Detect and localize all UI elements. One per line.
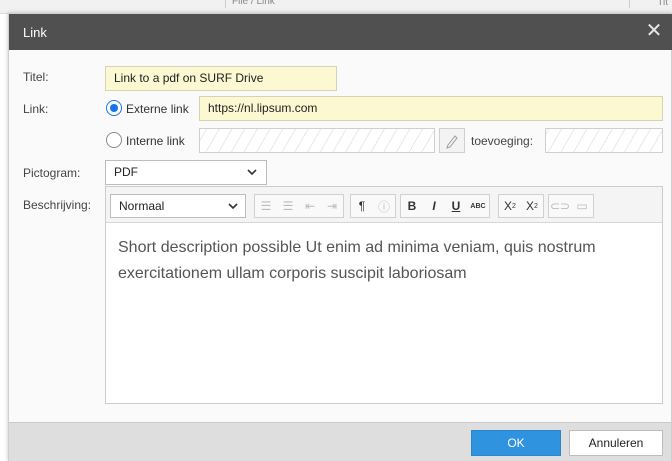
paragraph-buttons-group: ¶ ⓘ <box>350 194 396 218</box>
titel-label: Titel: <box>23 70 49 84</box>
editor-content[interactable]: Short description possible Ut enim ad mi… <box>118 235 648 287</box>
script-buttons-group: X2 X2 <box>498 194 544 218</box>
background-right-text: Tit <box>657 0 668 8</box>
close-icon[interactable]: ✕ <box>643 20 665 42</box>
pencil-icon[interactable] <box>439 128 465 153</box>
dialog-titlebar: Link ✕ <box>9 14 672 50</box>
underline-icon[interactable]: U <box>445 195 467 217</box>
strikethrough-icon[interactable]: ABC <box>467 195 489 217</box>
interne-link-label: Interne link <box>126 134 185 148</box>
rich-text-editor: Normaal ☰ ☰ ⇤ ⇥ ¶ ⓘ B I U ABC X2 X2 ⊂⊃ ▭… <box>105 186 663 404</box>
italic-icon[interactable]: I <box>423 195 445 217</box>
format-select[interactable]: Normaal <box>110 194 246 218</box>
beschrijving-label: Beschrijving: <box>23 198 92 212</box>
radio-externe-link[interactable] <box>106 100 122 116</box>
cancel-button[interactable]: Annuleren <box>569 430 663 456</box>
link-dialog: Link ✕ Titel: Link to a pdf on SURF Driv… <box>8 13 672 461</box>
chevron-down-icon <box>247 169 257 176</box>
dialog-title: Link <box>23 25 47 40</box>
superscript-icon[interactable]: X2 <box>521 195 543 217</box>
ok-button[interactable]: OK <box>471 430 561 456</box>
pictogram-value: PDF <box>114 165 138 179</box>
background-breadcrumb: File / Link <box>225 0 630 8</box>
subscript-icon[interactable]: X2 <box>499 195 521 217</box>
outdent-icon[interactable]: ⇤ <box>299 195 321 217</box>
dialog-footer: OK Annuleren <box>9 422 671 461</box>
externe-link-input[interactable]: https://nl.lipsum.com <box>199 96 663 121</box>
bold-icon[interactable]: B <box>401 195 423 217</box>
link-icon[interactable]: ⊂⊃ <box>549 195 571 217</box>
format-buttons-group: B I U ABC <box>400 194 490 218</box>
numbered-list-icon[interactable]: ☰ <box>277 195 299 217</box>
chevron-down-icon <box>228 203 238 210</box>
link-label: Link: <box>23 102 49 116</box>
indent-icon[interactable]: ⇥ <box>321 195 343 217</box>
paragraph-icon[interactable]: ¶ <box>351 195 373 217</box>
image-icon[interactable]: ▭ <box>571 195 593 217</box>
background-page: File / Link Tit <box>0 0 672 14</box>
info-icon[interactable]: ⓘ <box>373 195 395 217</box>
interne-link-input[interactable] <box>199 128 435 153</box>
toevoeging-input[interactable] <box>545 128 663 153</box>
toevoeging-label: toevoeging: <box>471 134 534 148</box>
titel-input[interactable]: Link to a pdf on SURF Drive <box>105 66 337 91</box>
externe-link-label: Externe link <box>126 102 189 116</box>
pictogram-select[interactable]: PDF <box>105 160 267 185</box>
list-buttons-group: ☰ ☰ ⇤ ⇥ <box>254 194 344 218</box>
editor-toolbar: Normaal ☰ ☰ ⇤ ⇥ ¶ ⓘ B I U ABC X2 X2 ⊂⊃ ▭ <box>106 187 662 223</box>
bulleted-list-icon[interactable]: ☰ <box>255 195 277 217</box>
pictogram-label: Pictogram: <box>23 166 81 180</box>
insert-buttons-group: ⊂⊃ ▭ <box>548 194 594 218</box>
format-value: Normaal <box>119 199 165 213</box>
radio-interne-link[interactable] <box>106 132 122 148</box>
